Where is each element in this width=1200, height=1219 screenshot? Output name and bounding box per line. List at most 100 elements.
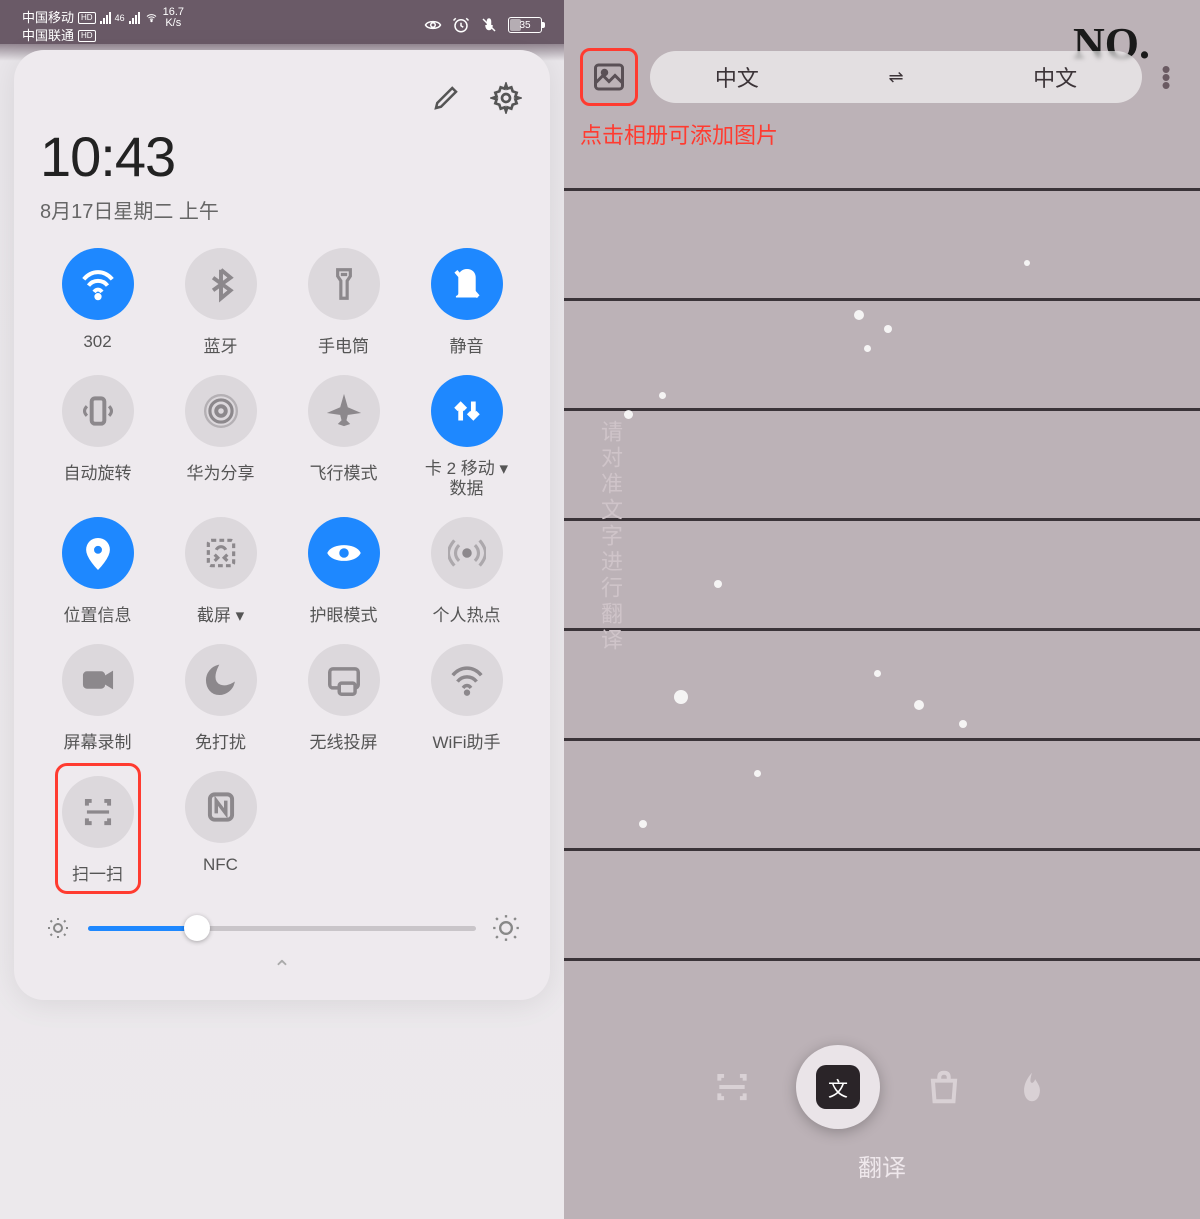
tile-data-button[interactable] [431, 375, 503, 447]
tile-bluetooth-label: 蓝牙 [204, 332, 238, 357]
tile-wifihelp[interactable]: WiFi助手 [409, 644, 524, 753]
tile-hotspot-label: 个人热点 [433, 601, 501, 626]
tile-bluetooth[interactable]: 蓝牙 [163, 248, 278, 357]
carrier-2: 中国联通 [22, 29, 74, 43]
airplane-icon [325, 392, 363, 430]
quick-settings-panel: 10:43 8月17日星期二 上午 302 蓝牙 手电筒静音自动旋转 华为分享飞行模式… [14, 50, 550, 1000]
tile-mute[interactable]: 静音 [409, 248, 524, 357]
tile-share[interactable]: 华为分享 [163, 375, 278, 499]
tile-wifi[interactable]: 302 [40, 248, 155, 357]
status-bar: 中国移动 HD 46 16.7K/s 中国联通 HD 35 [0, 0, 564, 44]
tile-dnd[interactable]: 免打扰 [163, 644, 278, 753]
tile-eye[interactable]: 护眼模式 [286, 517, 401, 626]
net-4g-1: 46 [115, 11, 125, 25]
tile-wifihelp-button[interactable] [431, 644, 503, 716]
eye-icon [325, 534, 363, 572]
battery-icon: 35 [508, 17, 542, 33]
carrier-1: 中国移动 [22, 11, 74, 25]
tile-airplane-label: 飞行模式 [310, 459, 378, 484]
hd-badge-2: HD [78, 30, 96, 42]
target-language[interactable]: 中文 [1033, 61, 1077, 93]
tile-airplane-button[interactable] [308, 375, 380, 447]
align-hint-text: 请对准文字进行翻译 [594, 420, 626, 654]
tile-data[interactable]: 卡 2 移动 ▾数据 [409, 375, 524, 499]
flashlight-icon [325, 265, 363, 303]
calorie-button[interactable] [1008, 1063, 1056, 1111]
collapse-chevron-icon[interactable]: ⌃ [40, 956, 524, 982]
tile-rotate-button[interactable] [62, 375, 134, 447]
language-selector[interactable]: 中文 ⇌ 中文 [650, 51, 1142, 103]
tile-flashlight[interactable]: 手电筒 [286, 248, 401, 357]
tile-screenshot[interactable]: 截屏 ▾ [163, 517, 278, 626]
gear-icon [490, 82, 522, 114]
tile-wifi-button[interactable] [62, 248, 134, 320]
clock-date[interactable]: 8月17日星期二 上午 [40, 195, 524, 224]
tile-mute-button[interactable] [431, 248, 503, 320]
gallery-button[interactable] [580, 48, 638, 106]
quick-settings-screen: 中国移动 HD 46 16.7K/s 中国联通 HD 35 [0, 0, 564, 1219]
pencil-icon [431, 83, 461, 113]
tile-nfc[interactable]: NFC [163, 771, 278, 886]
brightness-track[interactable] [88, 926, 476, 931]
tile-nfc-label: NFC [203, 855, 238, 875]
tile-share-button[interactable] [185, 375, 257, 447]
signal-icon-2 [129, 12, 140, 24]
scan-frame-icon [713, 1068, 751, 1106]
cast-icon [325, 661, 363, 699]
net-speed: 16.7K/s [163, 7, 184, 29]
tile-record-label: 屏幕录制 [64, 728, 132, 753]
tile-location[interactable]: 位置信息 [40, 517, 155, 626]
scan-code-button[interactable] [708, 1063, 756, 1111]
swap-languages-icon[interactable]: ⇌ [888, 67, 903, 88]
scan-icon [79, 793, 117, 831]
tile-dnd-button[interactable] [185, 644, 257, 716]
translate-icon: 文 [816, 1065, 860, 1109]
location-icon [79, 534, 117, 572]
tile-screenshot-button[interactable] [185, 517, 257, 589]
translate-shutter-button[interactable]: 文 [796, 1045, 880, 1129]
tile-record-button[interactable] [62, 644, 134, 716]
tile-mute-label: 静音 [450, 332, 484, 357]
source-language[interactable]: 中文 [715, 61, 759, 93]
wifihelp-icon [448, 661, 486, 699]
tile-eye-button[interactable] [308, 517, 380, 589]
tile-scan[interactable]: 扫一扫 [40, 771, 155, 886]
tile-rotate[interactable]: 自动旋转 [40, 375, 155, 499]
tiles-grid: 302 蓝牙 手电筒静音自动旋转 华为分享飞行模式 卡 2 移动 ▾数据位置信息 截屏 ▾… [40, 248, 524, 886]
tile-flashlight-button[interactable] [308, 248, 380, 320]
clock-time[interactable]: 10:43 [40, 124, 524, 189]
shopping-button[interactable] [920, 1063, 968, 1111]
translate-mode-label[interactable]: 翻译 [564, 1148, 1200, 1183]
wifi-status-icon [144, 12, 159, 24]
scan-bottom-bar: 文 [564, 1045, 1200, 1129]
tile-wifihelp-label: WiFi助手 [433, 728, 501, 753]
tile-dnd-label: 免打扰 [195, 728, 246, 753]
brightness-thumb[interactable] [184, 915, 210, 941]
tile-rotate-label: 自动旋转 [64, 459, 132, 484]
tile-location-label: 位置信息 [64, 601, 132, 626]
tile-record[interactable]: 屏幕录制 [40, 644, 155, 753]
tile-bluetooth-button[interactable] [185, 248, 257, 320]
image-icon [591, 59, 627, 95]
tile-cast[interactable]: 无线投屏 [286, 644, 401, 753]
tile-data-label: 卡 2 移动 ▾数据 [425, 459, 508, 499]
tile-hotspot[interactable]: 个人热点 [409, 517, 524, 626]
tile-hotspot-button[interactable] [431, 517, 503, 589]
tile-scan-button[interactable] [62, 776, 134, 848]
tile-location-button[interactable] [62, 517, 134, 589]
settings-button[interactable] [488, 80, 524, 116]
tile-airplane[interactable]: 飞行模式 [286, 375, 401, 499]
more-menu-button[interactable]: ••• [1154, 65, 1178, 89]
camera-viewfinder[interactable]: NO. [564, 0, 1200, 1219]
tile-nfc-button[interactable] [185, 771, 257, 843]
alarm-status-icon [452, 16, 470, 34]
bluetooth-icon [202, 265, 240, 303]
tile-cast-button[interactable] [308, 644, 380, 716]
share-icon [202, 392, 240, 430]
edit-button[interactable] [428, 80, 464, 116]
tile-cast-label: 无线投屏 [310, 728, 378, 753]
brightness-high-icon [492, 914, 520, 942]
tile-scan-label: 扫一扫 [72, 860, 123, 885]
dnd-icon [202, 661, 240, 699]
brightness-slider[interactable] [40, 914, 524, 942]
